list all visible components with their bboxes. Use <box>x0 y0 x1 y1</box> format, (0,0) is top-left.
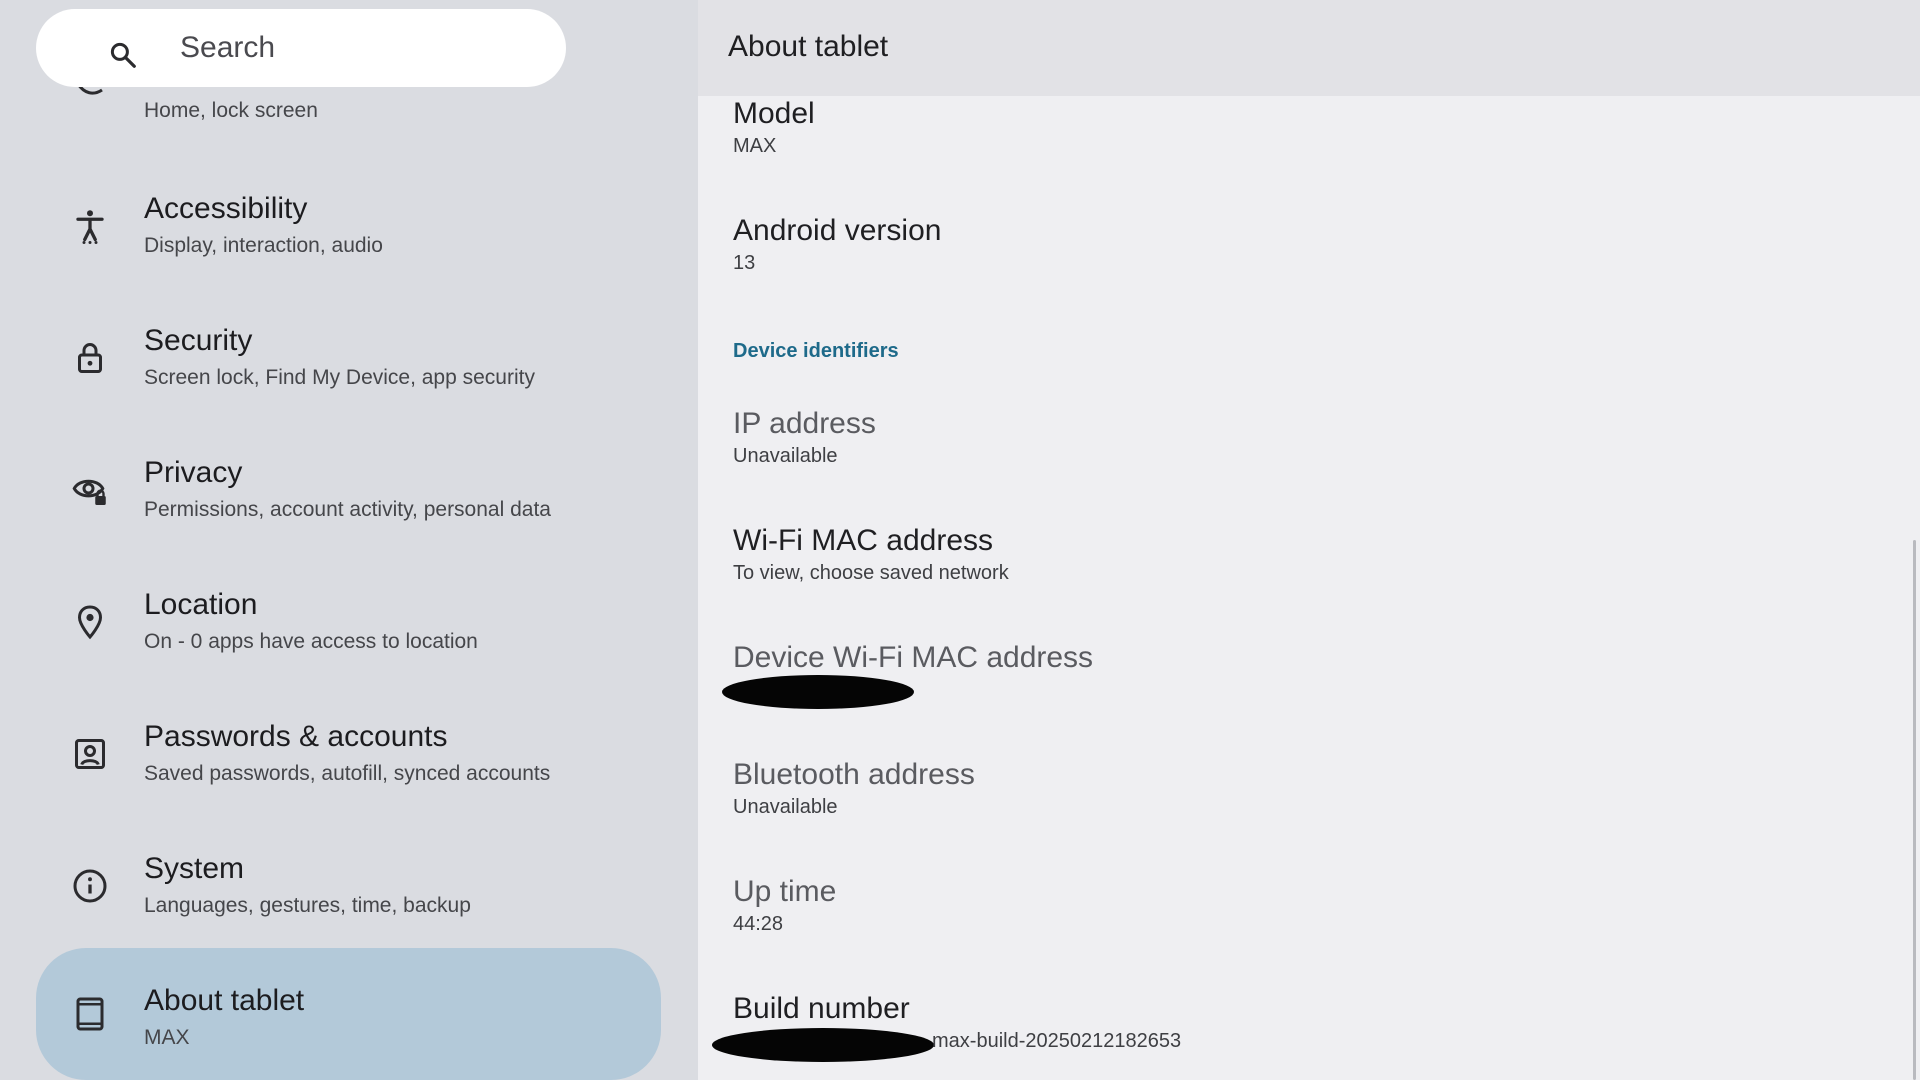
settings-navigation-pane: Home, lock screen Accessibility Display,… <box>0 0 698 1080</box>
search-input[interactable] <box>180 27 540 69</box>
nav-item-title: Accessibility <box>144 192 308 225</box>
nav-item-title: Location <box>144 588 258 621</box>
pref-title: IP address <box>733 407 876 440</box>
pref-wifi-mac-address[interactable]: Wi-Fi MAC address To view, choose saved … <box>698 524 1878 634</box>
nav-item-title: System <box>144 852 245 885</box>
pref-value: Unavailable <box>733 445 838 467</box>
nav-item-subtitle: Saved passwords, autofill, synced accoun… <box>144 762 551 785</box>
pref-bluetooth-address[interactable]: Bluetooth address Unavailable <box>698 758 1878 868</box>
pref-title: Android version <box>733 214 942 247</box>
search-icon <box>110 42 136 68</box>
pref-title: Build number <box>733 992 910 1025</box>
pref-up-time[interactable]: Up time 44:28 <box>698 875 1878 985</box>
search-bar[interactable] <box>36 9 566 87</box>
redaction-mark <box>712 1028 934 1062</box>
nav-item-security[interactable]: Security Screen lock, Find My Device, ap… <box>36 292 661 424</box>
nav-item-privacy[interactable]: Privacy Permissions, account activity, p… <box>36 424 661 556</box>
pref-value: 44:28 <box>733 913 784 935</box>
pref-build-number[interactable]: Build number max-build-20250212182653 <box>698 992 1878 1080</box>
nav-item-about-tablet[interactable]: About tablet MAX <box>36 948 661 1080</box>
nav-item-system[interactable]: System Languages, gestures, time, backup <box>36 820 661 952</box>
pref-device-wifi-mac-address[interactable]: Device Wi-Fi MAC address <box>698 641 1878 751</box>
accessibility-icon <box>76 210 104 244</box>
pref-title: Bluetooth address <box>733 758 975 791</box>
nav-item-subtitle: MAX <box>144 1026 190 1049</box>
redaction-mark <box>722 675 914 709</box>
pref-title: Up time <box>733 875 837 908</box>
account-box-icon <box>75 739 105 769</box>
nav-item-location[interactable]: Location On - 0 apps have access to loca… <box>36 556 661 688</box>
nav-item-title: Passwords & accounts <box>144 720 448 753</box>
pref-title: Model <box>733 97 815 130</box>
nav-item-passwords-accounts[interactable]: Passwords & accounts Saved passwords, au… <box>36 688 661 820</box>
nav-item-subtitle: Home, lock screen <box>144 99 318 122</box>
pref-value: To view, choose saved network <box>733 562 1009 584</box>
pref-ip-address[interactable]: IP address Unavailable <box>698 407 1878 517</box>
pref-android-version[interactable]: Android version 13 <box>698 214 1878 324</box>
nav-item-subtitle: Languages, gestures, time, backup <box>144 894 471 917</box>
pref-title: Wi-Fi MAC address <box>733 524 994 557</box>
page-title: About tablet <box>728 30 889 63</box>
section-header-device-identifiers: Device identifiers <box>733 340 899 362</box>
lock-icon <box>78 343 102 373</box>
privacy-eye-icon <box>72 479 106 505</box>
nav-item-subtitle: Display, interaction, audio <box>144 234 383 257</box>
nav-item-title: Security <box>144 324 253 357</box>
tablet-icon <box>76 997 104 1031</box>
nav-item-subtitle: Screen lock, Find My Device, app securit… <box>144 366 535 389</box>
pref-value: max-build-20250212182653 <box>932 1030 1182 1052</box>
nav-item-title: About tablet <box>144 984 305 1017</box>
scrollbar[interactable] <box>1913 540 1916 1080</box>
about-tablet-detail-pane: About tablet Model MAX Android version 1… <box>698 0 1920 1080</box>
location-pin-icon <box>77 605 103 640</box>
nav-item-title: Privacy <box>144 456 243 489</box>
detail-header: About tablet <box>698 0 1920 96</box>
nav-item-accessibility[interactable]: Accessibility Display, interaction, audi… <box>36 160 661 292</box>
pref-value: MAX <box>733 135 777 157</box>
pref-value: 13 <box>733 252 756 274</box>
pref-value: Unavailable <box>733 796 838 818</box>
nav-item-subtitle: Permissions, account activity, personal … <box>144 498 551 521</box>
pref-title: Device Wi-Fi MAC address <box>733 641 1094 674</box>
nav-item-subtitle: On - 0 apps have access to location <box>144 630 478 653</box>
pref-model[interactable]: Model MAX <box>698 97 1878 207</box>
info-icon <box>73 869 107 903</box>
